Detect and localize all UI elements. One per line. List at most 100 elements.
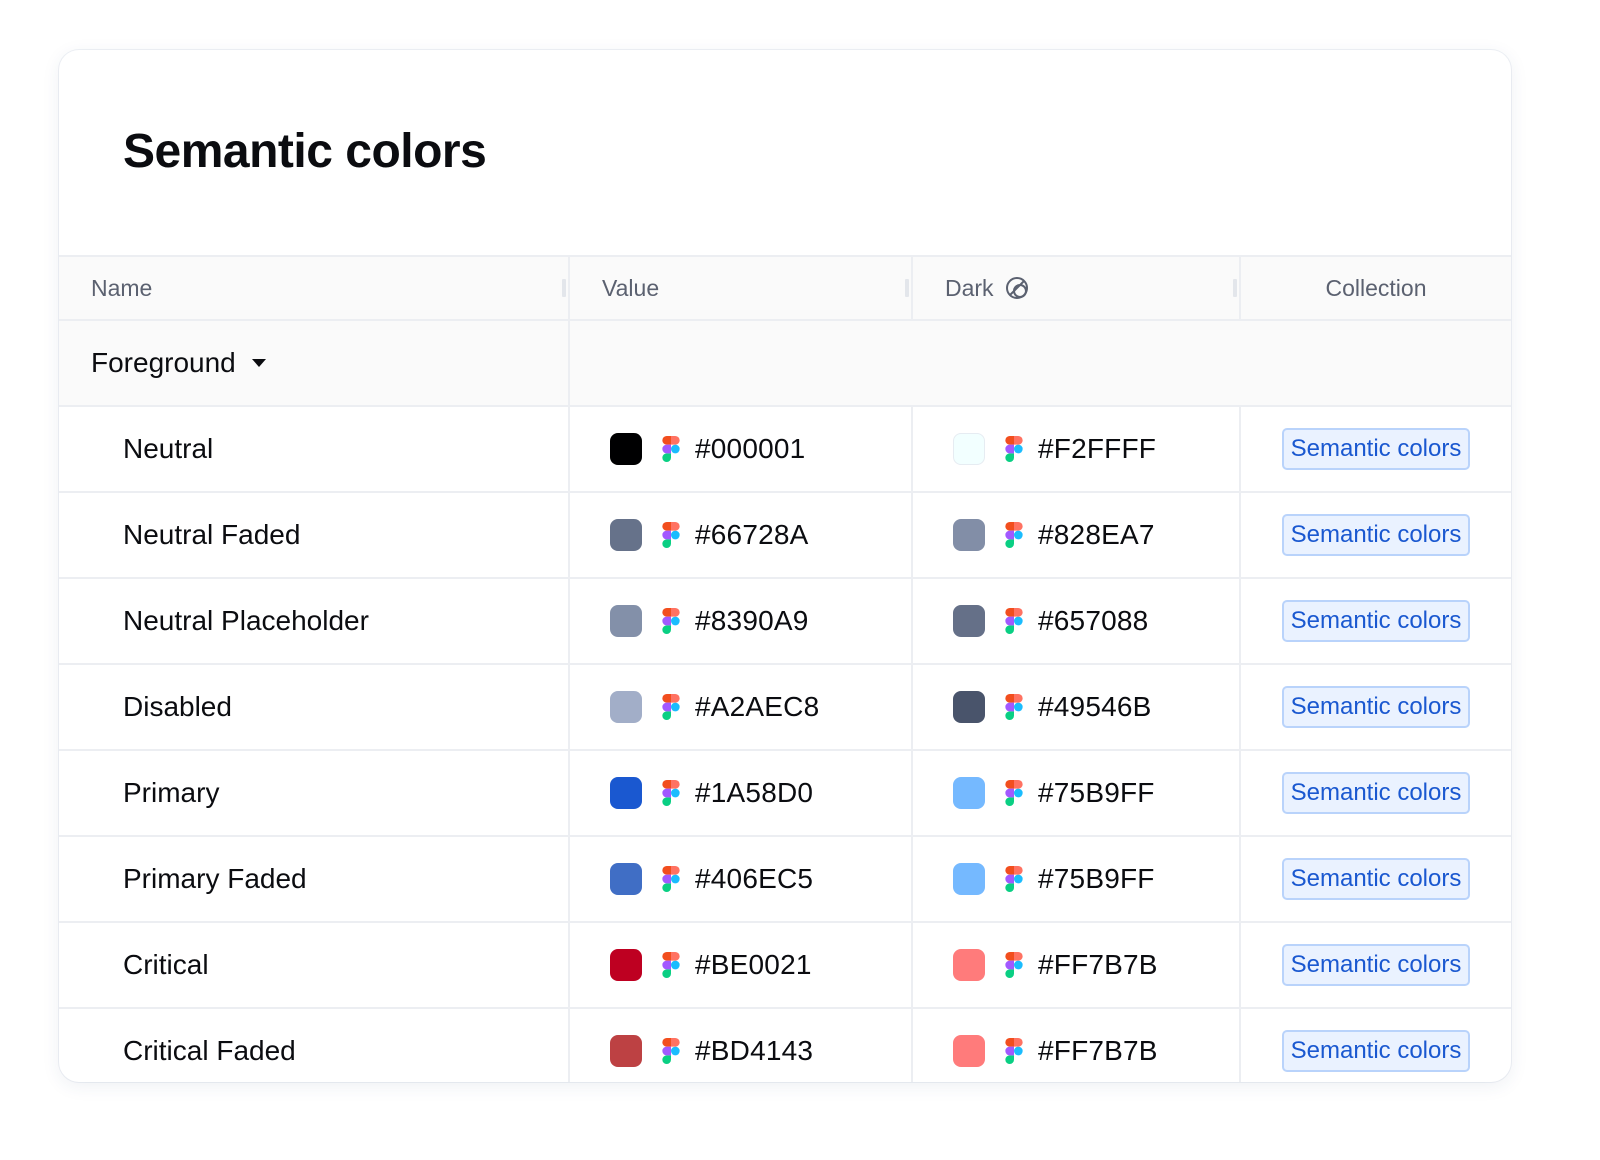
- color-hex: #BD4143: [695, 1035, 814, 1066]
- figma-icon: [1005, 694, 1023, 720]
- color-hex: #66728A: [695, 519, 809, 550]
- table-row[interactable]: Critical Faded #BD4143 #FF7B7B Semantic …: [59, 1009, 1511, 1082]
- figma-icon: [662, 1038, 680, 1064]
- collection-badge[interactable]: Semantic colors: [1281, 858, 1471, 900]
- table-row[interactable]: Disabled #A2AEC8 #49546B Semantic colors: [59, 665, 1511, 751]
- column-header-value-label: Value: [602, 274, 660, 301]
- column-header-value[interactable]: Value: [570, 257, 913, 319]
- dark-color-swatch[interactable]: [953, 1035, 985, 1067]
- dark-color-swatch[interactable]: [953, 777, 985, 809]
- group-row-foreground[interactable]: Foreground: [59, 321, 1511, 407]
- collection-badge[interactable]: Semantic colors: [1281, 428, 1471, 470]
- figma-icon: [662, 866, 680, 892]
- color-hex: #1A58D0: [695, 777, 814, 808]
- color-swatch[interactable]: [610, 519, 642, 551]
- table-row[interactable]: Neutral Faded #66728A #828EA7 Semantic c…: [59, 493, 1511, 579]
- color-name: Primary Faded: [123, 863, 307, 894]
- color-swatch[interactable]: [610, 949, 642, 981]
- table-row[interactable]: Primary Faded #406EC5 #75B9FF Semantic c…: [59, 837, 1511, 923]
- group-toggle[interactable]: Foreground: [59, 321, 570, 405]
- collection-badge[interactable]: Semantic colors: [1281, 686, 1471, 728]
- color-swatch[interactable]: [610, 863, 642, 895]
- dark-color-hex: #FF7B7B: [1038, 1035, 1158, 1066]
- color-name: Primary: [123, 777, 220, 808]
- collection-badge[interactable]: Semantic colors: [1281, 514, 1471, 556]
- color-name: Neutral Faded: [123, 519, 301, 550]
- color-swatch[interactable]: [610, 691, 642, 723]
- collection-badge[interactable]: Semantic colors: [1281, 772, 1471, 814]
- column-resize-handle[interactable]: [905, 279, 909, 297]
- figma-icon: [662, 522, 680, 548]
- color-swatch[interactable]: [610, 605, 642, 637]
- table-row[interactable]: Primary #1A58D0 #75B9FF Semantic colors: [59, 751, 1511, 837]
- group-label: Foreground: [91, 347, 236, 378]
- column-header-name[interactable]: Name: [59, 257, 570, 319]
- page-title: Semantic colors: [123, 125, 487, 178]
- dark-color-hex: #75B9FF: [1038, 777, 1155, 808]
- collection-badge[interactable]: Semantic colors: [1281, 1030, 1471, 1072]
- dark-value-cell[interactable]: #F2FFFF: [913, 407, 1241, 491]
- column-header-dark-label: Dark: [945, 274, 994, 301]
- color-value-cell[interactable]: #8390A9: [570, 579, 913, 663]
- caret-down-icon[interactable]: [251, 359, 266, 367]
- theme-toggle-icon[interactable]: [1004, 275, 1030, 301]
- color-hex: #A2AEC8: [695, 691, 820, 722]
- column-resize-handle[interactable]: [1233, 279, 1237, 297]
- color-value-cell[interactable]: #000001: [570, 407, 913, 491]
- figma-icon: [1005, 522, 1023, 548]
- dark-value-cell[interactable]: #657088: [913, 579, 1241, 663]
- column-header-dark[interactable]: Dark: [913, 257, 1241, 319]
- column-header-name-label: Name: [91, 274, 153, 301]
- collection-badge[interactable]: Semantic colors: [1281, 600, 1471, 642]
- color-hex: #8390A9: [695, 605, 809, 636]
- dark-value-cell[interactable]: #49546B: [913, 665, 1241, 749]
- dark-color-swatch[interactable]: [953, 863, 985, 895]
- figma-icon: [1005, 436, 1023, 462]
- dark-value-cell[interactable]: #75B9FF: [913, 837, 1241, 921]
- dark-value-cell[interactable]: #FF7B7B: [913, 923, 1241, 1007]
- dark-value-cell[interactable]: #FF7B7B: [913, 1009, 1241, 1082]
- collection-cell: Semantic colors: [1241, 751, 1511, 835]
- figma-icon: [662, 436, 680, 462]
- column-header-collection[interactable]: Collection: [1241, 257, 1511, 319]
- dark-color-swatch[interactable]: [953, 605, 985, 637]
- color-name: Critical: [123, 949, 209, 980]
- color-name-cell: Critical Faded: [59, 1009, 570, 1082]
- figma-icon: [662, 694, 680, 720]
- dark-color-hex: #828EA7: [1038, 519, 1155, 550]
- dark-value-cell[interactable]: #75B9FF: [913, 751, 1241, 835]
- color-name-cell: Neutral Placeholder: [59, 579, 570, 663]
- column-resize-handle[interactable]: [562, 279, 566, 297]
- color-hex: #406EC5: [695, 863, 814, 894]
- collection-badge[interactable]: Semantic colors: [1281, 944, 1471, 986]
- color-swatch[interactable]: [610, 1035, 642, 1067]
- color-swatch[interactable]: [610, 433, 642, 465]
- figma-icon: [1005, 1038, 1023, 1064]
- column-header-collection-label: Collection: [1325, 274, 1427, 301]
- color-value-cell[interactable]: #BD4143: [570, 1009, 913, 1082]
- color-value-cell[interactable]: #66728A: [570, 493, 913, 577]
- collection-cell: Semantic colors: [1241, 923, 1511, 1007]
- table-row[interactable]: Critical #BE0021 #FF7B7B Semantic colors: [59, 923, 1511, 1009]
- color-name-cell: Disabled: [59, 665, 570, 749]
- figma-icon: [1005, 952, 1023, 978]
- color-value-cell[interactable]: #406EC5: [570, 837, 913, 921]
- dark-color-swatch[interactable]: [953, 691, 985, 723]
- table-row[interactable]: Neutral Placeholder #8390A9 #657088 Sema…: [59, 579, 1511, 665]
- color-value-cell[interactable]: #BE0021: [570, 923, 913, 1007]
- color-name-cell: Primary: [59, 751, 570, 835]
- dark-color-swatch[interactable]: [953, 433, 985, 465]
- color-swatch[interactable]: [610, 777, 642, 809]
- color-value-cell[interactable]: #1A58D0: [570, 751, 913, 835]
- dark-color-swatch[interactable]: [953, 519, 985, 551]
- dark-color-hex: #657088: [1038, 605, 1149, 636]
- collection-cell: Semantic colors: [1241, 493, 1511, 577]
- color-name: Critical Faded: [123, 1035, 296, 1066]
- table-row[interactable]: Neutral #000001 #F2FFFF Semantic colors: [59, 407, 1511, 493]
- figma-icon: [662, 608, 680, 634]
- dark-value-cell[interactable]: #828EA7: [913, 493, 1241, 577]
- dark-color-swatch[interactable]: [953, 949, 985, 981]
- color-value-cell[interactable]: #A2AEC8: [570, 665, 913, 749]
- collection-cell: Semantic colors: [1241, 579, 1511, 663]
- figma-icon: [1005, 608, 1023, 634]
